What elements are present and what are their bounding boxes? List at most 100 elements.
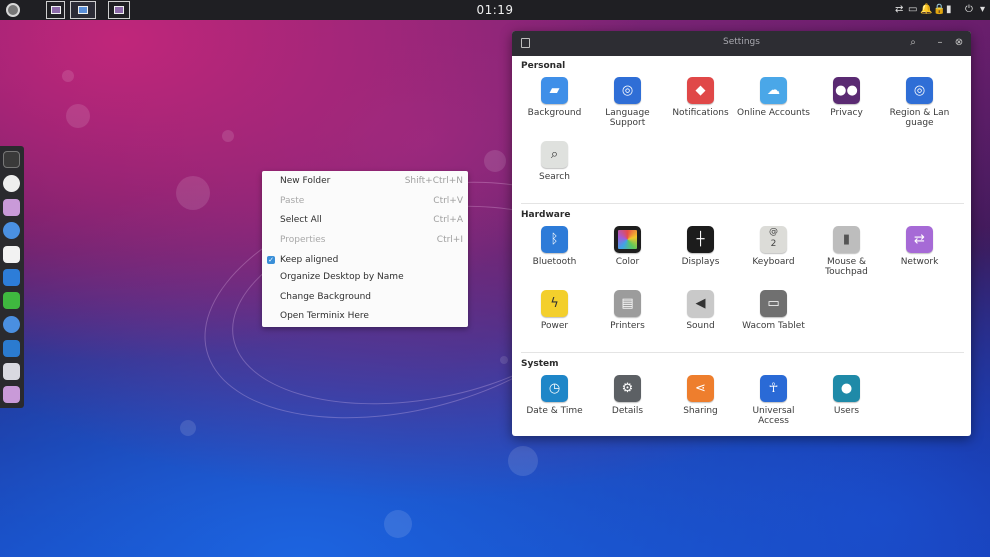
settings-item-keyboard[interactable]: @2 Keyboard [737, 226, 810, 267]
spreadsheet-icon[interactable] [3, 292, 20, 309]
notification-icon[interactable]: 🔔 [920, 4, 932, 16]
music-icon[interactable] [3, 246, 20, 263]
mask-icon: ●● [833, 77, 860, 104]
settings-item-displays[interactable]: ┼ Displays [664, 226, 737, 267]
item-label: Region & Lan guage [889, 108, 950, 128]
menu-item-shortcut: Ctrl+I [436, 235, 463, 245]
globe-icon: ◎ [906, 77, 933, 104]
settings-item-region-language[interactable]: ◎ Region & Lan guage [883, 77, 956, 128]
tablet-icon: ▭ [760, 290, 787, 317]
item-label: Bluetooth [532, 257, 577, 267]
item-label: Search [539, 172, 570, 182]
menu-item-shortcut: Ctrl+V [433, 196, 463, 206]
section-divider [521, 203, 964, 204]
item-label: Network [900, 257, 939, 267]
soccer-ball-icon[interactable] [3, 175, 20, 192]
item-label: Sound [686, 321, 715, 331]
desktop-context-menu: New Folder Shift+Ctrl+N Paste Ctrl+V Sel… [262, 171, 468, 327]
settings-item-printers[interactable]: ▤ Printers [591, 290, 664, 331]
checkbox-checked-icon: ✓ [267, 256, 275, 264]
menu-item-label: Open Terminix Here [280, 311, 369, 321]
section-title-hardware: Hardware [521, 210, 571, 220]
clock[interactable]: 01:19 [0, 3, 990, 17]
background-icon: ▰ [541, 77, 568, 104]
item-label: Keyboard [752, 257, 795, 267]
search-icon[interactable]: ⌕ [906, 36, 920, 50]
color-icon [614, 226, 641, 253]
close-button[interactable]: ⊗ [952, 36, 966, 50]
top-panel: 01:19 ⇄ ▭ 🔔 🔒 ▮ ⏻ ▾ [0, 0, 990, 20]
item-label: Language Support [605, 108, 650, 128]
titlebar: Settings ⌕ – ⊗ [512, 31, 971, 56]
sound-icon: ◀ [687, 290, 714, 317]
menu-item-keep-aligned[interactable]: ✓ Keep aligned [262, 252, 468, 268]
files-icon[interactable] [3, 199, 20, 216]
battery-icon[interactable]: ▮ [946, 4, 952, 16]
settings-item-online-accounts[interactable]: ☁ Online Accounts [737, 77, 810, 118]
menu-item-paste[interactable]: Paste Ctrl+V [262, 193, 468, 209]
text-editor-icon[interactable] [3, 269, 20, 286]
menu-item-select-all[interactable]: Select All Ctrl+A [262, 212, 468, 228]
settings-item-users[interactable]: ● Users [810, 375, 883, 416]
menu-item-change-background[interactable]: Change Background [262, 289, 468, 305]
item-label: Privacy [830, 108, 863, 118]
settings-item-universal-access[interactable]: ☥ Universal Access [737, 375, 810, 426]
menu-item-properties[interactable]: Properties Ctrl+I [262, 232, 468, 248]
display-icon[interactable]: ▭ [908, 4, 917, 16]
menu-item-open-terminix[interactable]: Open Terminix Here [262, 308, 468, 324]
item-label: Date & Time [526, 406, 583, 416]
section-divider [521, 352, 964, 353]
menu-item-label: Change Background [280, 292, 372, 302]
chevron-down-icon[interactable]: ▾ [980, 4, 985, 16]
settings-toggle-icon[interactable] [3, 363, 20, 380]
settings-item-network[interactable]: ⇄ Network [883, 226, 956, 267]
menu-item-label: Paste [280, 196, 305, 206]
settings-item-power[interactable]: ϟ Power [518, 290, 591, 331]
menu-item-label: Organize Desktop by Name [280, 272, 404, 282]
settings-item-sharing[interactable]: ⋖ Sharing [664, 375, 737, 416]
section-title-system: System [521, 359, 559, 369]
item-label: Color [615, 257, 640, 267]
keyboard-icon: @2 [760, 226, 787, 253]
clock-icon: ◷ [541, 375, 568, 402]
settings-window: Settings ⌕ – ⊗ Personal ▰ Background ◎ L… [512, 31, 971, 436]
menu-item-label: Keep aligned [280, 255, 339, 265]
menu-item-label: Properties [280, 235, 326, 245]
network-status-icon[interactable]: ⇄ [895, 4, 903, 16]
menu-item-organize-desktop[interactable]: Organize Desktop by Name [262, 269, 468, 285]
lock-icon[interactable]: 🔒 [933, 4, 945, 16]
power-icon[interactable]: ⏻ [965, 4, 973, 16]
bell-icon: ◆ [687, 77, 714, 104]
settings-item-mouse-touchpad[interactable]: ▮ Mouse & Touchpad [810, 226, 883, 277]
item-label: Mouse & Touchpad [825, 257, 868, 277]
anchor-icon[interactable] [3, 340, 20, 357]
dock [0, 146, 24, 408]
item-label: Universal Access [752, 406, 795, 426]
settings-item-privacy[interactable]: ●● Privacy [810, 77, 883, 118]
settings-item-language-support[interactable]: ◎ Language Support [591, 77, 664, 128]
item-label: Notifications [672, 108, 729, 118]
settings-item-wacom-tablet[interactable]: ▭ Wacom Tablet [737, 290, 810, 331]
settings-item-background[interactable]: ▰ Background [518, 77, 591, 118]
settings-item-sound[interactable]: ◀ Sound [664, 290, 737, 331]
item-label: Background [527, 108, 582, 118]
menu-item-shortcut: Ctrl+A [433, 215, 463, 225]
menu-item-new-folder[interactable]: New Folder Shift+Ctrl+N [262, 173, 468, 189]
settings-item-bluetooth[interactable]: ᛒ Bluetooth [518, 226, 591, 267]
settings-item-date-time[interactable]: ◷ Date & Time [518, 375, 591, 416]
item-label: Sharing [683, 406, 718, 416]
chromium-icon[interactable] [3, 316, 20, 333]
folder-icon[interactable] [3, 386, 20, 403]
settings-item-notifications[interactable]: ◆ Notifications [664, 77, 737, 118]
browser-globe-icon[interactable] [3, 222, 20, 239]
item-label: Details [611, 406, 644, 416]
printer-icon: ▤ [614, 290, 641, 317]
settings-item-color[interactable]: Color [591, 226, 664, 267]
item-label: Printers [610, 321, 645, 331]
item-label: Power [540, 321, 569, 331]
share-icon: ⋖ [687, 375, 714, 402]
settings-item-search[interactable]: ⌕ Search [518, 141, 591, 182]
terminal-icon[interactable] [3, 151, 20, 168]
minimize-button[interactable]: – [933, 36, 947, 50]
settings-item-details[interactable]: ⚙ Details [591, 375, 664, 416]
